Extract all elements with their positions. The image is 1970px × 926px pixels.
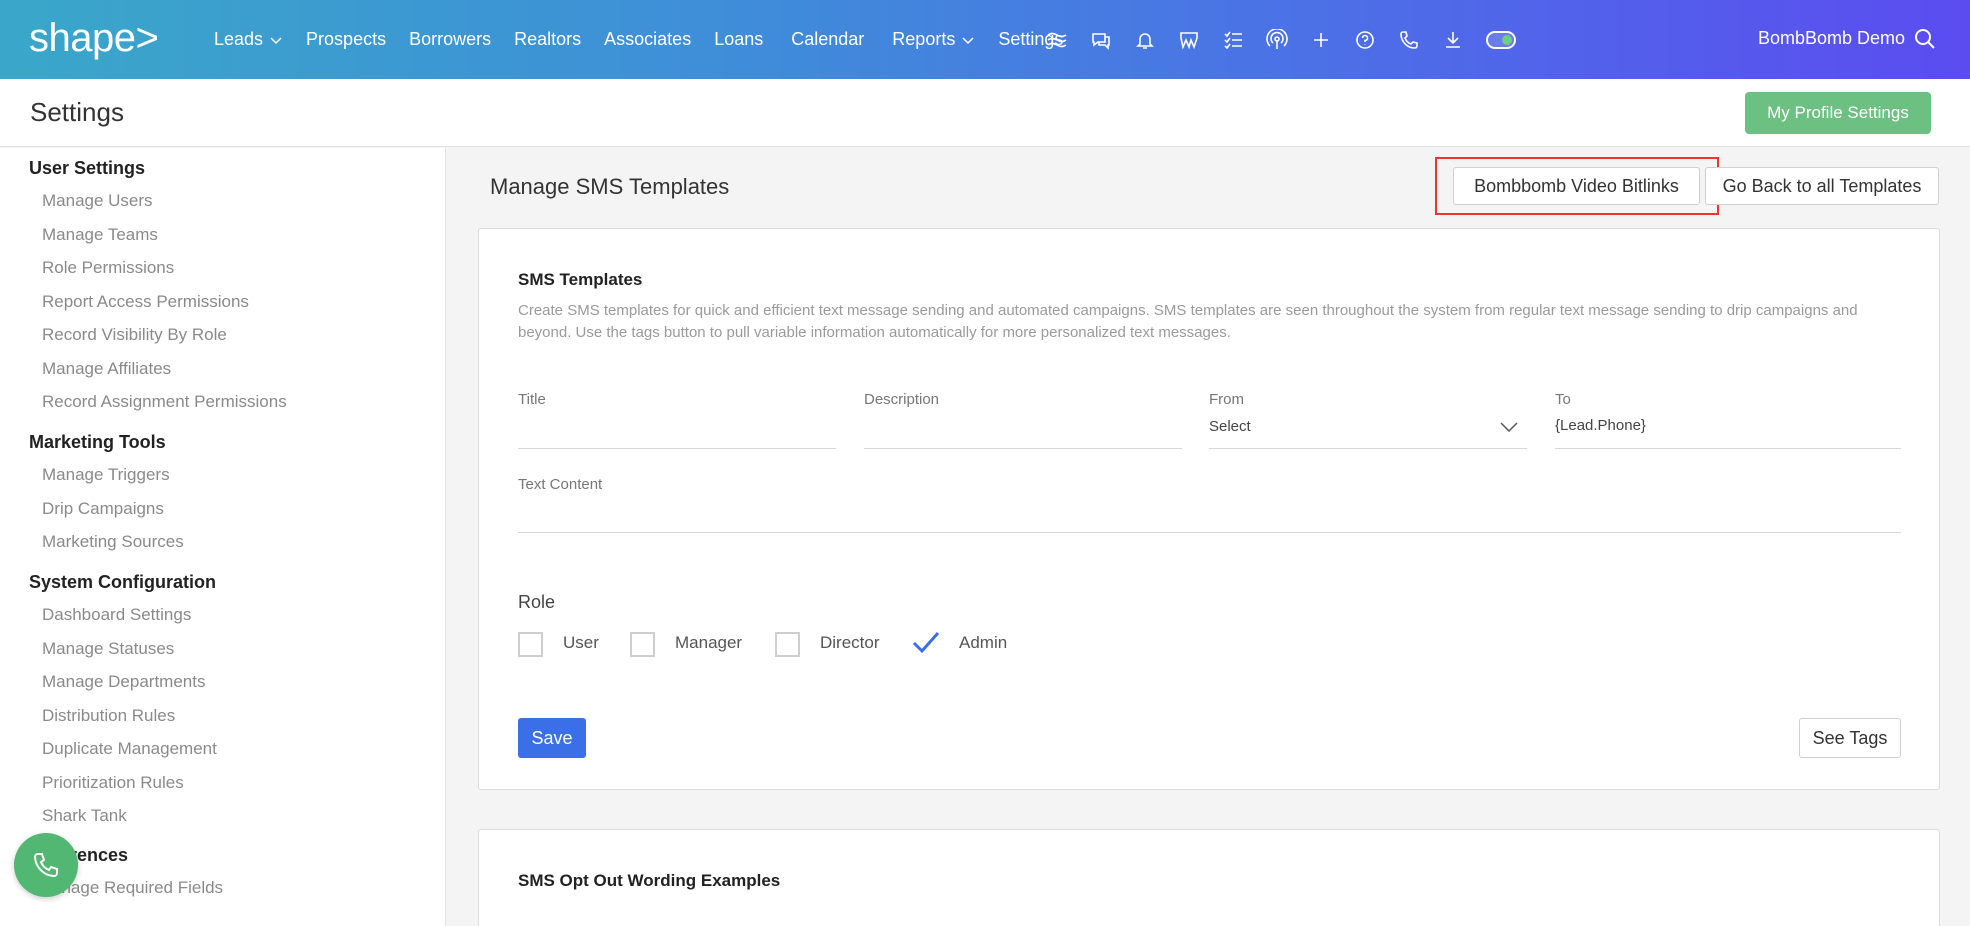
from-field-underline (1209, 448, 1527, 449)
sidebar-item-marketing-sources[interactable]: Marketing Sources (42, 532, 184, 552)
sidebar-item-record-assignment-permissions[interactable]: Record Assignment Permissions (42, 392, 287, 412)
sidebar-item-prioritization-rules[interactable]: Prioritization Rules (42, 773, 184, 793)
nav-reports[interactable]: Reports (892, 29, 975, 50)
page-title: Settings (30, 97, 124, 127)
phone-icon (33, 853, 58, 878)
role-director-label[interactable]: Director (820, 633, 880, 653)
waves-icon[interactable] (1046, 29, 1068, 51)
to-field-underline (1555, 448, 1901, 449)
nav-calendar[interactable]: Calendar (791, 29, 864, 50)
role-admin-checkbox[interactable] (911, 629, 941, 657)
shape-logo[interactable]: shape> (29, 16, 159, 61)
sidebar-item-duplicate-management[interactable]: Duplicate Management (42, 739, 217, 759)
role-label: Role (518, 592, 556, 612)
role-admin-label[interactable]: Admin (959, 633, 1007, 653)
sidebar-heading-user-settings: User Settings (29, 158, 146, 178)
search-icon[interactable] (1913, 27, 1937, 51)
to-field[interactable]: {Lead.Phone} (1555, 417, 1646, 434)
role-manager-label[interactable]: Manager (675, 633, 742, 653)
sidebar-item-role-permissions[interactable]: Role Permissions (42, 258, 174, 278)
see-tags-button[interactable]: See Tags (1799, 718, 1901, 758)
chevron-down-icon[interactable] (1500, 421, 1518, 433)
nav-borrowers[interactable]: Borrowers (409, 29, 491, 50)
my-profile-settings-button[interactable]: My Profile Settings (1745, 92, 1931, 134)
top-navbar: shape> Leads Prospects Borrowers Realtor… (0, 0, 1970, 79)
broadcast-icon[interactable] (1266, 28, 1288, 51)
sidebar-item-shark-tank[interactable]: Shark Tank (42, 806, 127, 826)
nav-associates[interactable]: Associates (604, 29, 691, 50)
nav-prospects[interactable]: Prospects (306, 29, 386, 50)
description-field-label: Description (864, 391, 940, 408)
title-field-underline (518, 448, 836, 449)
sidebar-item-manage-affiliates[interactable]: Manage Affiliates (42, 359, 171, 379)
sidebar-item-record-visibility-by-role[interactable]: Record Visibility By Role (42, 325, 227, 345)
to-field-label: To (1555, 391, 1571, 408)
sms-templates-card: SMS Templates Create SMS templates for q… (478, 228, 1940, 790)
role-manager-checkbox[interactable] (630, 632, 655, 657)
sms-templates-description: Create SMS templates for quick and effic… (518, 302, 1858, 341)
phone-fab-button[interactable] (14, 833, 78, 897)
role-director-checkbox[interactable] (775, 632, 800, 657)
sidebar-item-manage-users[interactable]: Manage Users (42, 191, 153, 211)
nav-leads[interactable]: Leads (214, 29, 283, 50)
main-nav: Leads Prospects Borrowers Realtors Assoc… (214, 0, 1086, 79)
sidebar-item-manage-required-fields[interactable]: anage Required Fields (52, 878, 223, 898)
bell-icon[interactable] (1134, 29, 1156, 51)
chevron-down-icon (270, 36, 282, 44)
sidebar-heading-system-configuration: System Configuration (29, 572, 217, 592)
from-field-label: From (1209, 391, 1244, 408)
sidebar-item-manage-teams[interactable]: Manage Teams (42, 225, 158, 245)
nav-realtors[interactable]: Realtors (514, 29, 581, 50)
role-user-label[interactable]: User (563, 633, 599, 653)
sidebar-item-report-access-permissions[interactable]: Report Access Permissions (42, 292, 249, 312)
sidebar-item-manage-triggers[interactable]: Manage Triggers (42, 465, 170, 485)
chevron-down-icon (962, 36, 974, 44)
from-select[interactable]: Select (1209, 418, 1251, 435)
sidebar-item-manage-statuses[interactable]: Manage Statuses (42, 639, 174, 659)
highlight-box (1435, 157, 1719, 215)
sidebar-item-drip-campaigns[interactable]: Drip Campaigns (42, 499, 164, 519)
role-user-checkbox[interactable] (518, 632, 543, 657)
text-content-label: Text Content (518, 476, 603, 493)
go-back-to-all-templates-button[interactable]: Go Back to all Templates (1705, 167, 1939, 205)
download-icon[interactable] (1442, 29, 1464, 51)
nav-leads-label: Leads (214, 29, 264, 49)
user-name[interactable]: BombBomb Demo (1758, 28, 1905, 49)
sidebar-item-manage-departments[interactable]: Manage Departments (42, 672, 205, 692)
sidebar-item-distribution-rules[interactable]: Distribution Rules (42, 706, 175, 726)
plus-icon[interactable] (1310, 29, 1332, 51)
toggle-icon[interactable] (1486, 30, 1516, 49)
nav-icon-bar (1046, 0, 1516, 79)
sms-templates-card-title: SMS Templates (518, 270, 643, 289)
w-logo-icon[interactable] (1178, 29, 1200, 51)
chat-icon[interactable] (1090, 29, 1112, 51)
settings-sidebar: User Settings Manage Users Manage Teams … (0, 148, 446, 926)
save-button[interactable]: Save (518, 718, 586, 758)
sms-opt-out-card: SMS Opt Out Wording Examples (478, 829, 1940, 926)
page-header: Settings My Profile Settings (0, 79, 1970, 147)
manage-sms-templates-title: Manage SMS Templates (490, 174, 730, 199)
nav-reports-label: Reports (892, 29, 956, 49)
help-icon[interactable] (1354, 29, 1376, 51)
sidebar-item-dashboard-settings[interactable]: Dashboard Settings (42, 605, 191, 625)
checklist-icon[interactable] (1222, 29, 1244, 51)
phone-icon[interactable] (1398, 29, 1420, 51)
sidebar-heading-marketing-tools: Marketing Tools (29, 432, 166, 452)
title-field-label: Title (518, 391, 546, 408)
description-field-underline (864, 448, 1182, 449)
sms-opt-out-card-title: SMS Opt Out Wording Examples (518, 871, 781, 890)
text-content-underline (518, 532, 1901, 533)
nav-loans[interactable]: Loans (714, 29, 763, 50)
